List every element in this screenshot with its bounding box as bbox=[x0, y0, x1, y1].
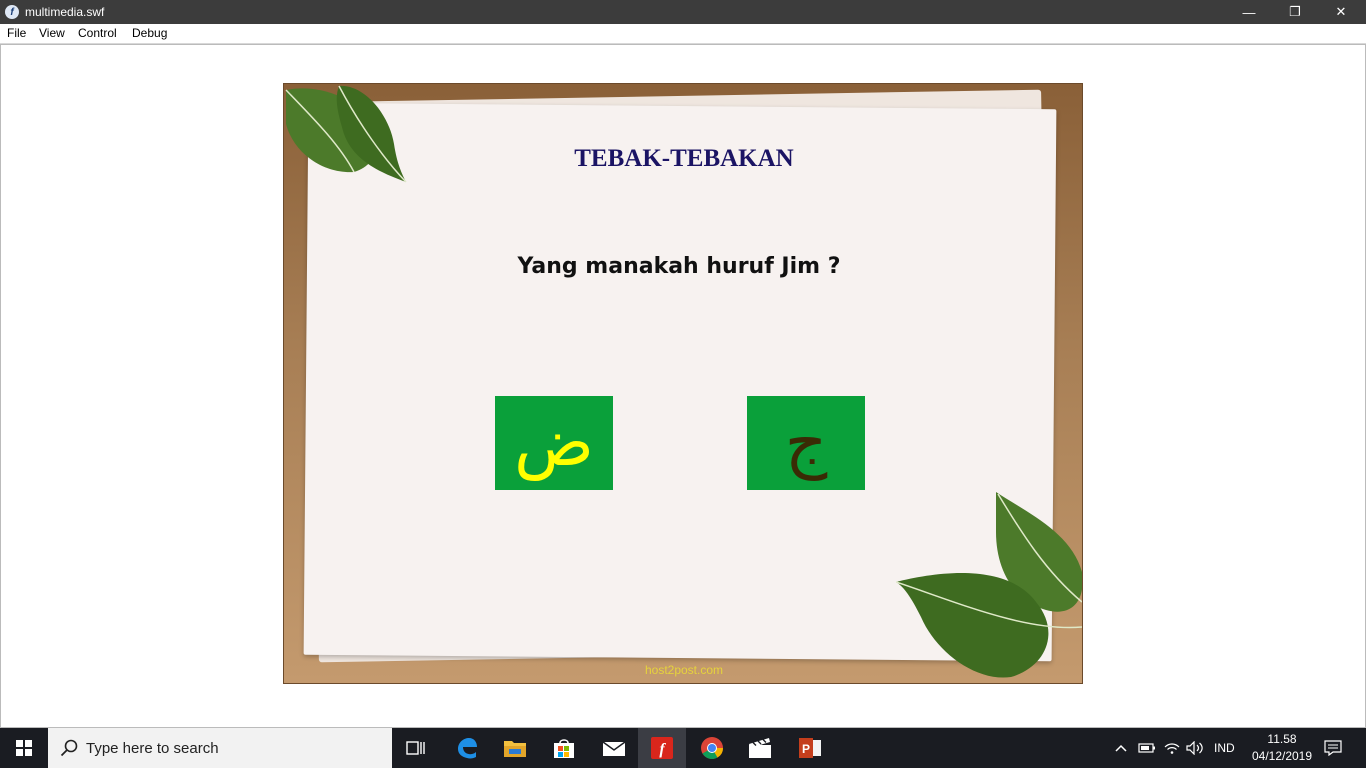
watermark-text: host2post.com bbox=[644, 663, 724, 677]
task-view-icon bbox=[406, 741, 425, 755]
volume-control[interactable] bbox=[1186, 728, 1204, 768]
leaf-bottom-right-icon bbox=[896, 492, 1082, 678]
search-icon bbox=[60, 739, 78, 757]
flash-app-icon: f bbox=[5, 5, 19, 19]
chevron-up-icon bbox=[1115, 744, 1127, 752]
menu-control[interactable]: Control bbox=[78, 26, 117, 40]
question-text: Yang manakah huruf Jim ? bbox=[517, 254, 841, 279]
leaf-top-left-icon bbox=[285, 85, 407, 183]
minimize-button[interactable]: — bbox=[1226, 0, 1272, 24]
flash-stage: TEBAK-TEBAKAN Yang manakah huruf Jim ? ض… bbox=[283, 83, 1083, 684]
windows-logo-icon bbox=[16, 740, 32, 756]
clock-date: 04/12/2019 bbox=[1251, 749, 1313, 763]
menu-view[interactable]: View bbox=[39, 26, 65, 40]
file-explorer-icon bbox=[504, 741, 526, 757]
input-language[interactable]: IND bbox=[1214, 728, 1235, 768]
powerpoint-icon: P bbox=[799, 738, 821, 758]
start-button[interactable] bbox=[0, 728, 48, 768]
mail-taskbar-button[interactable] bbox=[590, 728, 638, 768]
battery-status[interactable] bbox=[1138, 728, 1156, 768]
game-title: TEBAK-TEBAKAN bbox=[574, 145, 794, 172]
network-status[interactable] bbox=[1164, 728, 1180, 768]
taskbar: Type here to search f P IND 11.58 04/12/… bbox=[0, 728, 1366, 768]
notification-icon bbox=[1324, 740, 1342, 756]
flash-player-icon: f bbox=[651, 737, 673, 759]
mail-icon bbox=[602, 741, 626, 756]
menu-debug[interactable]: Debug bbox=[132, 26, 167, 40]
taskbar-search-box[interactable]: Type here to search bbox=[48, 728, 392, 768]
search-placeholder: Type here to search bbox=[86, 739, 219, 757]
window-title: multimedia.swf bbox=[25, 5, 105, 19]
title-bar: f multimedia.swf — ❐ ✕ bbox=[0, 0, 1366, 24]
task-view-button[interactable] bbox=[392, 728, 440, 768]
chrome-taskbar-button[interactable] bbox=[688, 728, 736, 768]
answer-choice-dad[interactable]: ض bbox=[495, 396, 613, 490]
menu-bar: File View Control Debug bbox=[0, 24, 1366, 44]
store-icon bbox=[554, 739, 574, 758]
movie-maker-taskbar-button[interactable] bbox=[736, 728, 784, 768]
store-taskbar-button[interactable] bbox=[540, 728, 588, 768]
show-hidden-icons-button[interactable] bbox=[1114, 728, 1128, 768]
answer-choice-jim[interactable]: ج bbox=[747, 396, 865, 490]
battery-icon bbox=[1138, 743, 1155, 753]
chrome-icon bbox=[701, 737, 723, 759]
powerpoint-taskbar-button[interactable]: P bbox=[786, 728, 834, 768]
close-button[interactable]: ✕ bbox=[1318, 0, 1364, 24]
action-center-button[interactable] bbox=[1324, 728, 1342, 768]
svg-text:P: P bbox=[802, 742, 810, 756]
arabic-letter-dad: ض bbox=[514, 404, 594, 481]
taskbar-clock[interactable]: 11.58 04/12/2019 bbox=[1244, 731, 1320, 765]
clock-time: 11.58 bbox=[1267, 732, 1297, 746]
restore-button[interactable]: ❐ bbox=[1272, 0, 1318, 24]
flash-player-taskbar-button[interactable]: f bbox=[638, 728, 686, 768]
menu-file[interactable]: File bbox=[7, 26, 26, 40]
movie-maker-icon bbox=[749, 738, 771, 758]
speaker-icon bbox=[1186, 741, 1203, 755]
edge-icon bbox=[458, 738, 477, 759]
arabic-letter-jim: ج bbox=[784, 404, 828, 481]
file-explorer-taskbar-button[interactable] bbox=[491, 728, 539, 768]
wifi-icon bbox=[1164, 743, 1180, 754]
edge-taskbar-button[interactable] bbox=[443, 728, 491, 768]
